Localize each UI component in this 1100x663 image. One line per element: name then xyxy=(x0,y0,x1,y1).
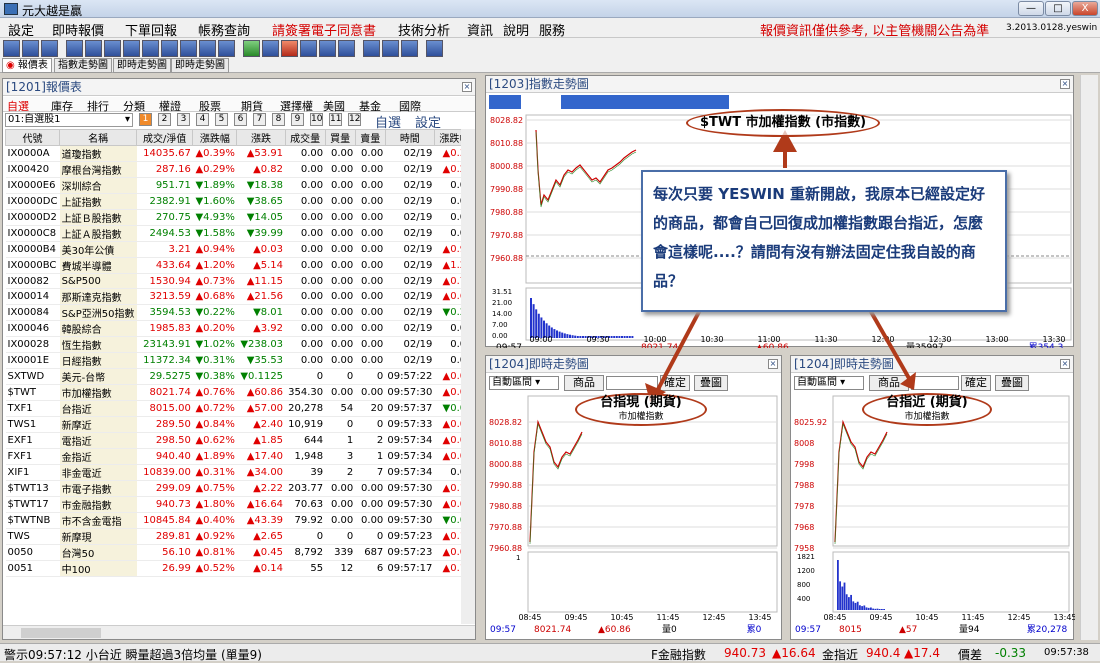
spot-name-highlight: 台指現 (期貨) 市加權指數 xyxy=(575,393,707,426)
near-name-highlight: 台指近 (期貨) 市加權指數 xyxy=(862,393,992,426)
spot-sub-name: 市加權指數 xyxy=(618,412,664,422)
status-finance-near-label: 金指近 xyxy=(822,648,859,662)
alert-message: 警示09:57:12 小台近 瞬量超過3倍均量 (單量9) xyxy=(4,648,262,662)
spot-name: 台指現 (期貨) xyxy=(600,395,682,410)
status-finance-index-label: F金融指數 xyxy=(651,648,706,662)
near-sub-name: 市加權指數 xyxy=(904,412,950,422)
status-finance-near-value: 940.4 xyxy=(866,646,901,660)
status-spread-label: 價差 xyxy=(958,648,983,662)
annotation-arrows xyxy=(645,130,916,402)
status-finance-near-change: ▲17.4 xyxy=(904,646,940,660)
status-finance-index-value: 940.73 xyxy=(724,646,766,660)
near-name: 台指近 (期貨) xyxy=(886,395,968,410)
status-spread-value: -0.33 xyxy=(995,646,1027,660)
index-name-highlight: $TWT 市加權指數 (市指數) xyxy=(686,109,880,137)
status-clock: 09:57:38 xyxy=(1044,647,1089,658)
status-bar: 警示09:57:12 小台近 瞬量超過3倍均量 (單量9) F金融指數 940.… xyxy=(0,643,1100,662)
annotation-callout: 每次只要 YESWIN 重新開啟，我原本已經設定好的商品，都會自己回復成加權指數… xyxy=(641,170,1007,312)
status-finance-index-change: ▲16.64 xyxy=(772,646,816,660)
